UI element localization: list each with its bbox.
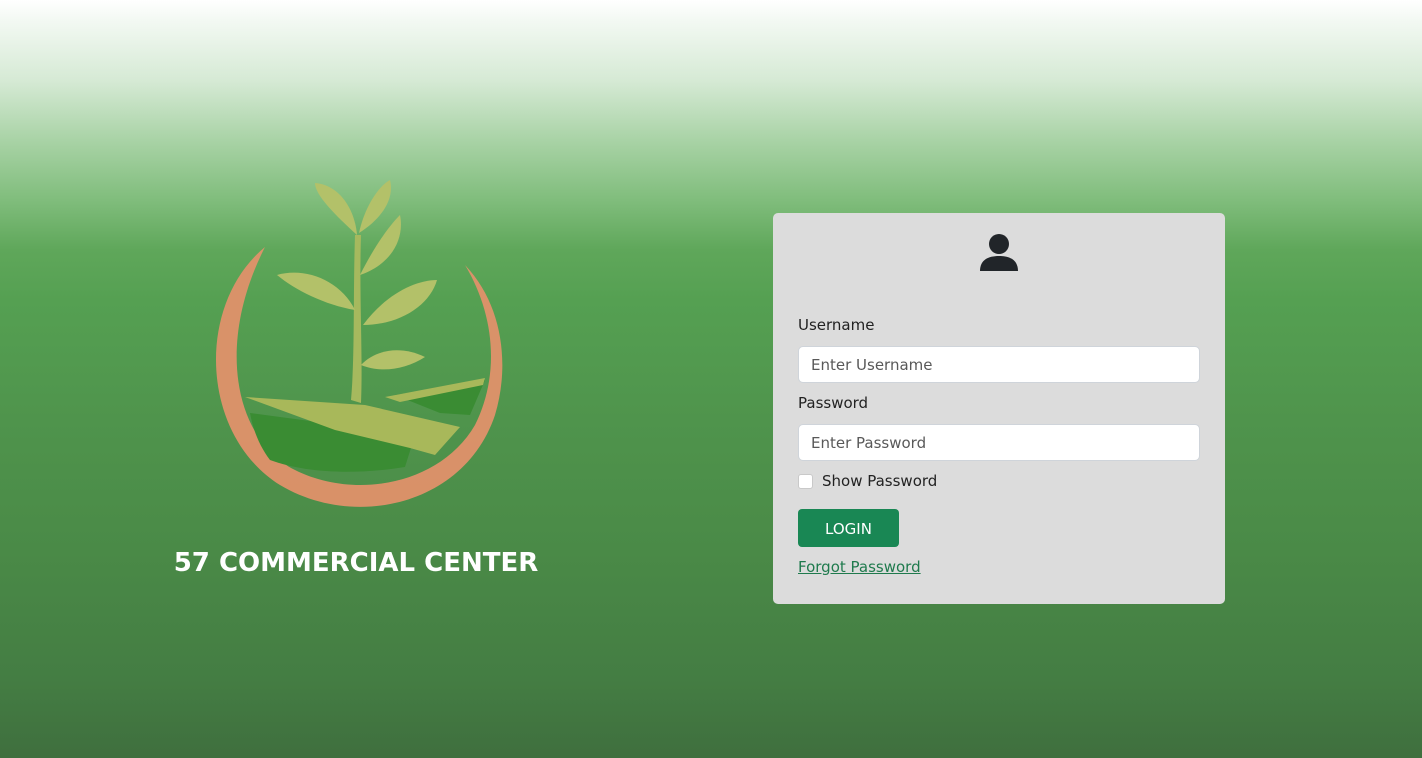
username-input[interactable] [798,346,1200,383]
company-name: 57 COMMERCIAL CENTER [173,548,539,578]
login-card: Username Password Show Password LOGIN Fo… [773,213,1225,604]
show-password-row: Show Password [798,472,937,490]
user-icon [980,234,1018,271]
password-input[interactable] [798,424,1200,461]
password-label: Password [798,394,869,412]
show-password-checkbox[interactable] [798,473,813,489]
plant-sprout-logo-icon [216,180,503,507]
username-label: Username [798,316,875,334]
show-password-label[interactable]: Show Password [822,472,937,490]
forgot-password-link[interactable]: Forgot Password [798,558,921,576]
login-button[interactable]: LOGIN [798,509,899,547]
